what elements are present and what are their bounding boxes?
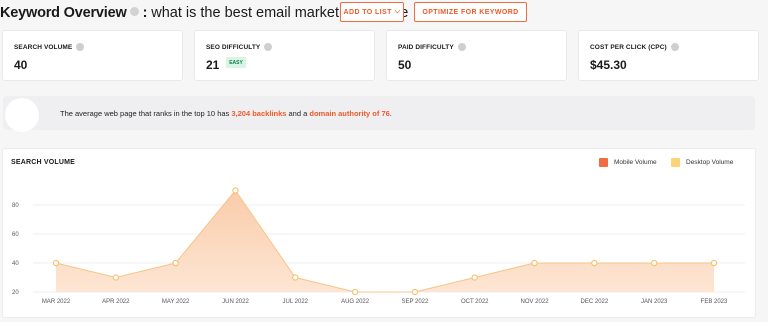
x-tick-label: OCT 2022 <box>461 299 489 305</box>
data-point <box>710 259 718 267</box>
data-point <box>471 274 478 281</box>
backlinks-highlight: 3,204 backlinks <box>231 109 287 118</box>
x-tick-label: JUL 2022 <box>283 299 309 305</box>
x-tick-label: DEC 2022 <box>581 299 609 305</box>
data-point <box>591 259 598 267</box>
data-point <box>172 259 179 267</box>
metric-card-paid-difficulty: PAID DIFFICULTY 50 <box>386 30 567 81</box>
y-tick-label: 40 <box>12 261 19 267</box>
x-tick-label: FEB 2023 <box>701 299 728 305</box>
metric-card-search-volume: SEARCH VOLUME 40 <box>2 30 183 81</box>
data-point <box>351 288 359 296</box>
help-icon[interactable] <box>670 43 679 51</box>
metric-value: 50 <box>398 58 412 72</box>
difficulty-badge: EASY <box>226 57 246 68</box>
authority-highlight: domain authority of 76 <box>309 109 390 118</box>
help-icon[interactable] <box>264 43 273 51</box>
help-icon[interactable] <box>129 7 139 16</box>
x-tick-label: MAR 2022 <box>42 299 71 305</box>
x-tick-label: SEP 2022 <box>401 299 429 305</box>
y-tick-label: 60 <box>12 232 19 238</box>
banner-text: The average web page that ranks in the t… <box>60 109 392 118</box>
x-tick-label: JAN 2023 <box>641 299 668 305</box>
y-tick-label: 20 <box>12 290 19 296</box>
metric-card-seo-difficulty: SEO DIFFICULTY 21 EASY <box>194 30 375 81</box>
chart-plot: 20 40 60 80 MAR 2022 APR 2022 MAY 2022 JUN 2022… <box>12 187 745 305</box>
x-tick-label: AUG 2022 <box>341 299 370 305</box>
series-area-desktop <box>56 190 714 292</box>
info-banner: The average web page that ranks in the t… <box>3 96 755 132</box>
add-to-list-button[interactable]: ADD TO LIST ⌵ <box>340 2 404 22</box>
metric-value: 21 <box>206 58 220 72</box>
page-header: Keyword Overview: what is the best email… <box>0 2 768 22</box>
data-point <box>411 288 419 296</box>
metric-card-cpc: COST PER CLICK (CPC) $45.30 <box>578 30 759 81</box>
x-tick-label: MAY 2022 <box>162 299 190 305</box>
y-tick-label: 80 <box>12 203 19 209</box>
help-icon[interactable] <box>457 43 466 51</box>
metric-label: PAID DIFFICULTY <box>398 43 466 51</box>
data-point <box>651 259 658 267</box>
title-bold: Keyword Overview <box>0 5 127 21</box>
chevron-down-icon: ⌵ <box>394 8 401 15</box>
metric-value: $45.30 <box>590 58 627 72</box>
metric-label: SEO DIFFICULTY <box>206 43 273 51</box>
optimize-keyword-label: OPTIMIZE FOR KEYWORD <box>422 8 519 16</box>
metric-value: 40 <box>14 58 28 72</box>
optimize-keyword-button[interactable]: OPTIMIZE FOR KEYWORD <box>414 2 527 22</box>
data-point <box>531 259 538 267</box>
x-tick-label: APR 2022 <box>102 299 130 305</box>
data-point <box>232 187 239 194</box>
data-point <box>52 259 60 267</box>
add-to-list-label: ADD TO LIST <box>343 8 392 16</box>
title-separator: : <box>142 5 148 21</box>
x-tick-label: JUN 2022 <box>222 299 249 305</box>
x-tick-label: NOV 2022 <box>521 299 550 305</box>
help-icon[interactable] <box>76 43 85 51</box>
search-volume-chart: SEARCH VOLUME Mobile Volume Desktop Volu… <box>2 148 756 318</box>
data-point <box>292 274 299 281</box>
avatar <box>5 98 39 132</box>
metric-label: SEARCH VOLUME <box>14 43 85 51</box>
metric-label: COST PER CLICK (CPC) <box>590 43 679 51</box>
data-point <box>112 274 119 281</box>
